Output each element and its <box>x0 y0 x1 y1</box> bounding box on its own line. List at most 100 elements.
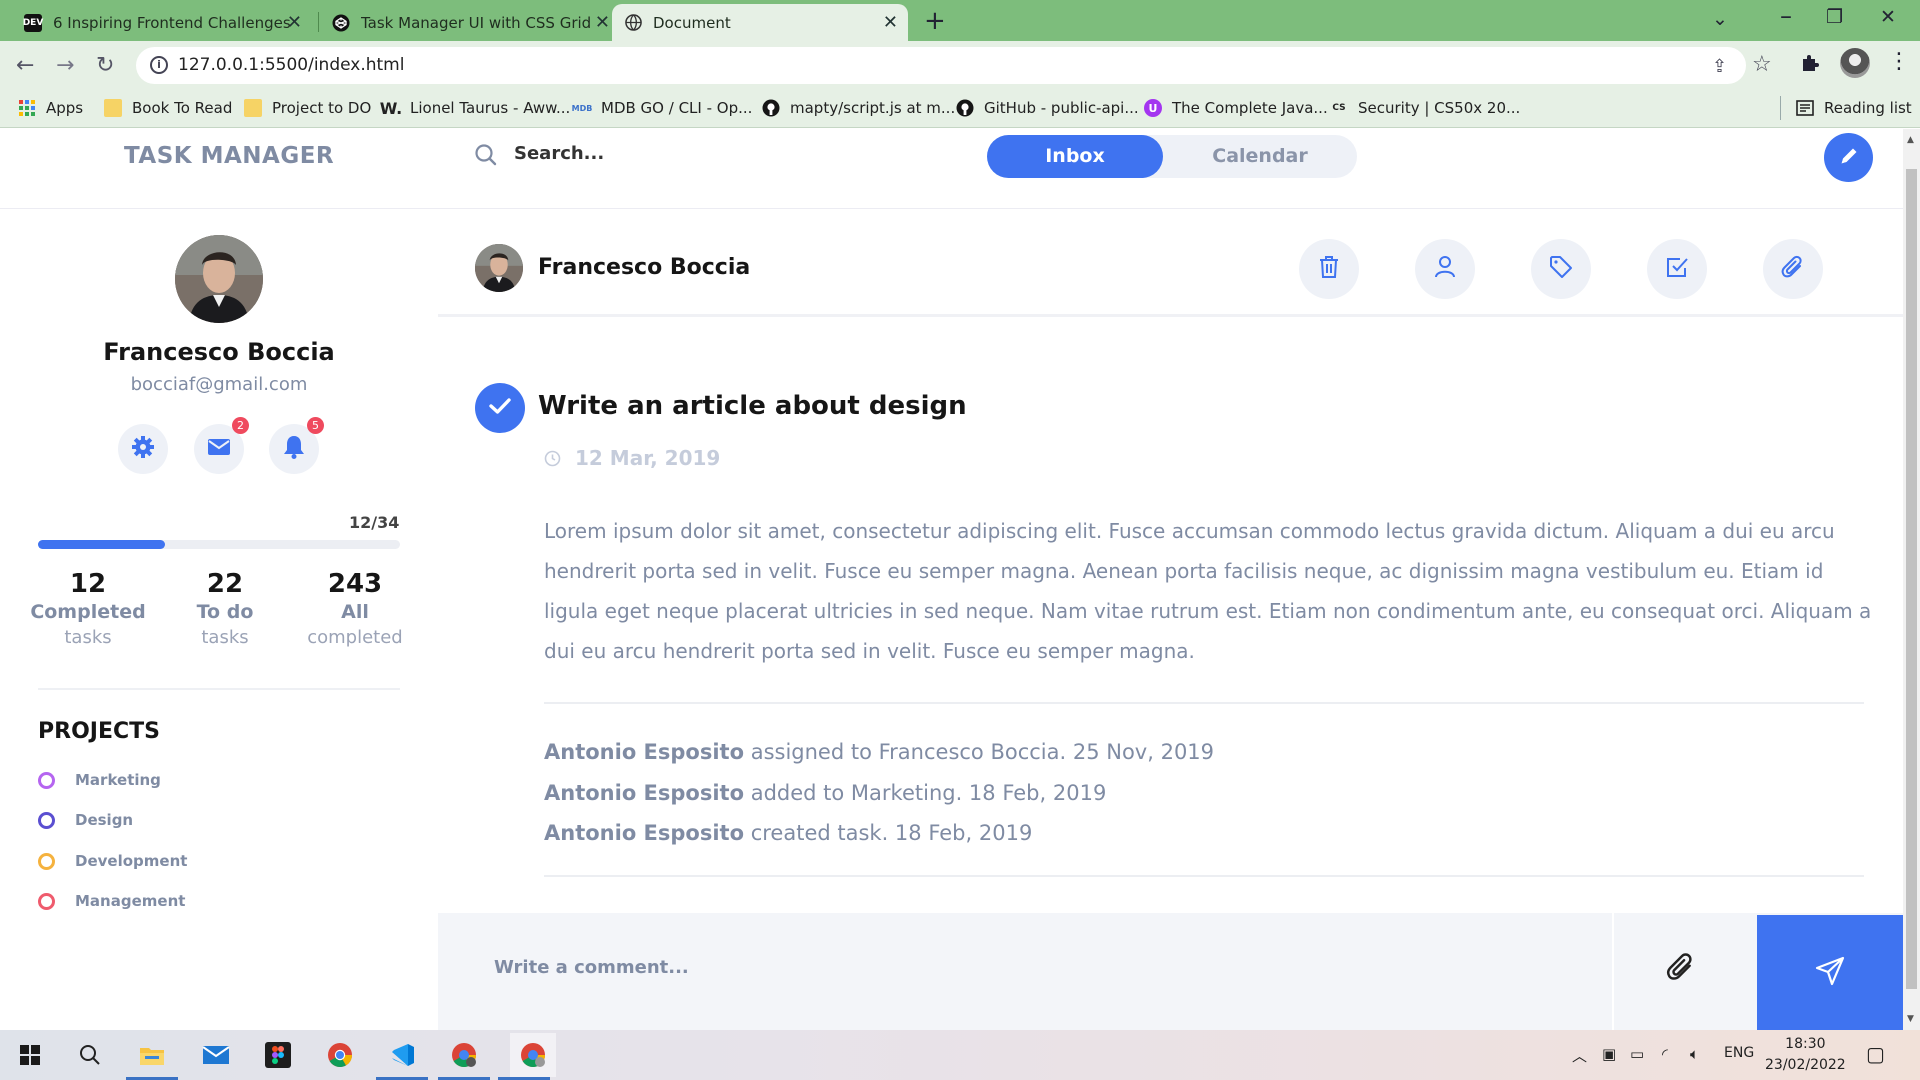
mail-button[interactable]: 2 <box>194 417 249 474</box>
profile-name: Francesco Boccia <box>103 338 335 366</box>
notification-center-icon[interactable]: ▢ <box>1866 1042 1885 1066</box>
page-scrollbar[interactable]: ▲ ▼ <box>1903 129 1920 1030</box>
delete-button[interactable] <box>1299 239 1359 299</box>
bookmark-item[interactable]: CS Security | CS50x 20... <box>1330 99 1520 117</box>
browser-tab-active[interactable]: Document ✕ <box>612 4 908 41</box>
view-toggle: Inbox Calendar <box>987 135 1357 178</box>
chrome-profile-icon[interactable] <box>448 1039 480 1071</box>
close-tab-icon[interactable]: ✕ <box>883 12 898 33</box>
reading-list-label: Reading list <box>1824 99 1912 117</box>
figma-icon[interactable] <box>262 1039 294 1071</box>
back-button[interactable]: ← <box>16 53 34 78</box>
minimize-button[interactable]: – <box>1780 2 1792 30</box>
comment-bar <box>438 913 1903 1030</box>
tray-chevron-icon[interactable]: ︿ <box>1572 1045 1587 1066</box>
scroll-down-icon[interactable]: ▼ <box>1907 1014 1914 1024</box>
author-avatar[interactable] <box>475 244 523 292</box>
scroll-up-icon[interactable]: ▲ <box>1907 135 1914 145</box>
project-item-development[interactable]: Development <box>38 850 187 872</box>
w-logo-icon: W. <box>379 98 403 118</box>
taskbar-search-icon[interactable] <box>74 1039 106 1071</box>
stat-sublabel: tasks <box>64 627 112 648</box>
close-window-button[interactable]: ✕ <box>1880 6 1896 28</box>
activity-user: Antonio Esposito <box>544 780 745 805</box>
github-icon <box>956 99 974 117</box>
tag-button[interactable] <box>1531 239 1591 299</box>
page-viewport: TASK MANAGER Inbox Calendar Francesco Bo… <box>0 129 1903 1030</box>
scrollbar-thumb[interactable] <box>1906 169 1917 989</box>
extensions-icon[interactable] <box>1800 53 1820 78</box>
notifications-button[interactable]: 5 <box>269 417 324 474</box>
activity-log: Antonio Esposito assigned to Francesco B… <box>544 732 1214 854</box>
settings-button[interactable] <box>118 424 168 474</box>
bookmark-item[interactable]: W. Lionel Taurus - Aww... <box>379 98 571 118</box>
project-item-design[interactable]: Design <box>38 809 133 831</box>
bookmark-label: Project to DO <box>272 99 372 117</box>
tab-search-icon[interactable]: ⌄ <box>1712 8 1728 30</box>
bookmark-item[interactable]: U The Complete Java... <box>1144 99 1328 117</box>
tab-calendar[interactable]: Calendar <box>1163 135 1357 178</box>
browser-tab[interactable]: DEV 6 Inspiring Frontend Challenges ✕ <box>12 4 312 41</box>
bookmark-label: MDB GO / CLI - Op... <box>601 99 753 117</box>
stat-number: 243 <box>327 569 383 599</box>
windows-start-icon[interactable] <box>14 1039 46 1071</box>
bookmark-label: Apps <box>46 99 84 117</box>
bookmark-label: Book To Read <box>132 99 233 117</box>
task-complete-toggle[interactable] <box>475 383 525 433</box>
divider <box>38 688 400 690</box>
comment-attach-button[interactable] <box>1666 951 1696 987</box>
vscode-icon[interactable] <box>386 1039 418 1071</box>
divider <box>438 314 1903 317</box>
stat-completed: 12 Completed tasks <box>23 569 153 648</box>
folder-icon <box>104 99 122 117</box>
stat-label: All <box>341 601 369 623</box>
address-bar[interactable]: i 127.0.0.1:5500/index.html ⇪ ☆ <box>136 47 1772 84</box>
bookmark-item[interactable]: GitHub - public-api... <box>956 99 1139 117</box>
profile-avatar[interactable] <box>1840 48 1870 78</box>
chrome-icon[interactable] <box>324 1039 356 1071</box>
send-comment-button[interactable] <box>1757 915 1903 1030</box>
project-item-marketing[interactable]: Marketing <box>38 769 161 791</box>
bookmark-label: GitHub - public-api... <box>984 99 1139 117</box>
bookmark-item[interactable]: mapty/script.js at m... <box>762 99 955 117</box>
share-icon[interactable]: ⇪ <box>1712 56 1727 77</box>
restore-button[interactable]: ❐ <box>1826 6 1843 28</box>
reading-list-button[interactable]: Reading list <box>1796 99 1912 117</box>
meet-now-icon[interactable]: ▣ <box>1602 1045 1616 1063</box>
bookmark-item[interactable]: Apps <box>18 99 83 117</box>
chrome-active-icon[interactable] <box>510 1033 556 1077</box>
language-indicator[interactable]: ENG <box>1724 1045 1754 1061</box>
bookmark-item[interactable]: Book To Read <box>104 99 232 117</box>
clock[interactable]: 18:30 23/02/2022 <box>1765 1034 1846 1076</box>
menu-kebab-icon[interactable]: ⋮ <box>1888 49 1910 74</box>
task-title: Write an article about design <box>538 391 967 421</box>
avatar[interactable] <box>175 235 263 323</box>
close-tab-icon[interactable]: ✕ <box>287 12 302 33</box>
dev-logo-icon: DEV <box>23 13 43 32</box>
new-tab-button[interactable]: + <box>924 6 946 36</box>
search-input[interactable] <box>514 143 814 164</box>
bookmark-item[interactable]: MDB MDB GO / CLI - Op... <box>572 99 753 117</box>
activity-user: Antonio Esposito <box>544 740 745 764</box>
tab-inbox[interactable]: Inbox <box>987 135 1163 178</box>
mail-app-icon[interactable] <box>200 1039 232 1071</box>
bookmark-item[interactable]: Project to DO <box>244 99 371 117</box>
compose-button[interactable] <box>1824 133 1873 182</box>
browser-tab[interactable]: Task Manager UI with CSS Grid ✕ <box>320 4 620 41</box>
forward-button[interactable]: → <box>56 53 74 78</box>
wifi-icon[interactable]: ◜ <box>1662 1045 1668 1063</box>
comment-input[interactable] <box>494 957 1394 978</box>
assign-user-button[interactable] <box>1415 239 1475 299</box>
close-tab-icon[interactable]: ✕ <box>595 12 610 33</box>
tab-title: Document <box>653 13 731 32</box>
attachment-button[interactable] <box>1763 239 1823 299</box>
project-item-management[interactable]: Management <box>38 890 185 912</box>
bookmark-star-icon[interactable]: ☆ <box>1752 52 1772 77</box>
volume-icon[interactable]: 🔈︎ <box>1690 1045 1699 1063</box>
file-explorer-icon[interactable] <box>136 1039 168 1071</box>
checklist-button[interactable] <box>1647 239 1707 299</box>
info-icon[interactable]: i <box>150 56 168 74</box>
battery-icon[interactable]: ▭ <box>1630 1045 1644 1063</box>
reload-button[interactable]: ↻ <box>96 53 114 78</box>
activity-item: Antonio Esposito assigned to Francesco B… <box>544 732 1214 773</box>
